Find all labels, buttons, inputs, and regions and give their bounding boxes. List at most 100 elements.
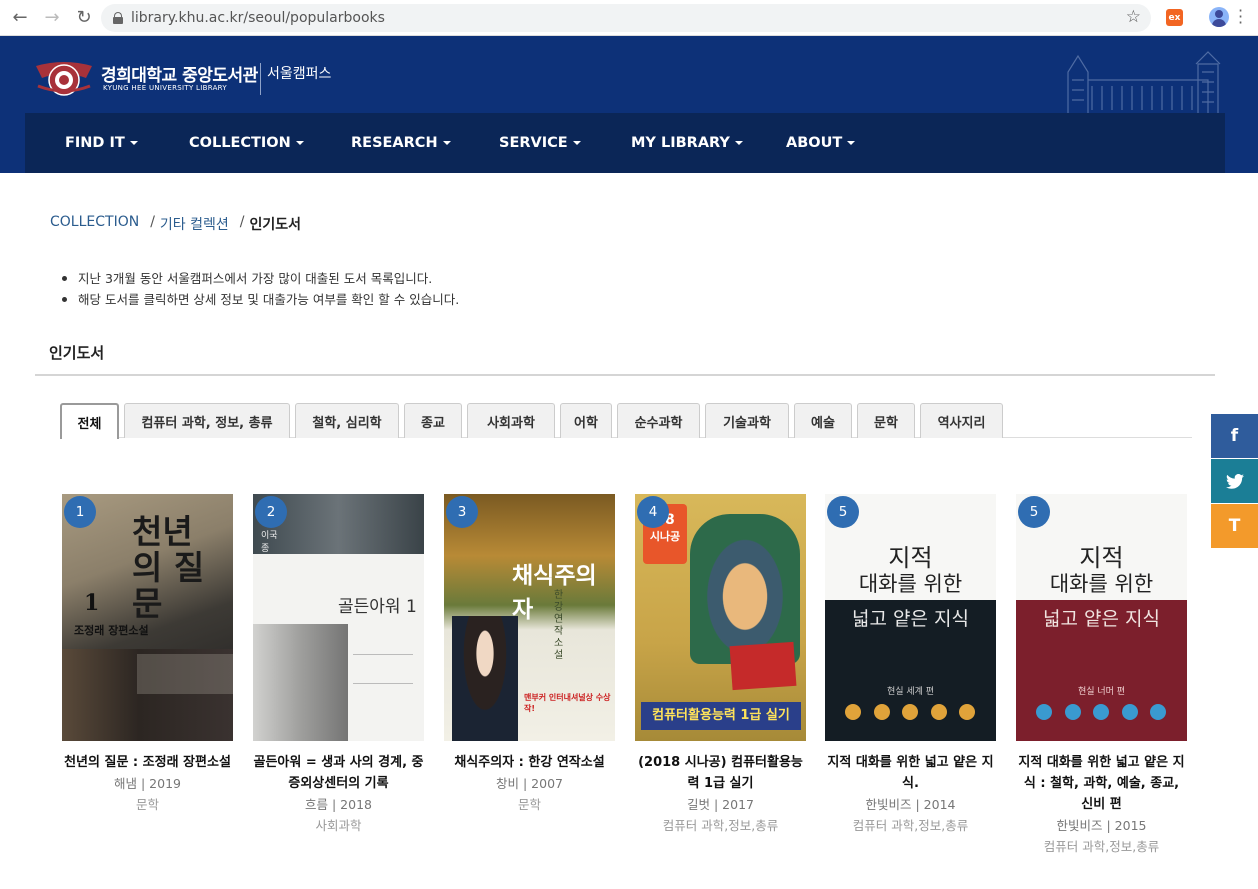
- book-publisher-year: 해냄 | 2019: [114, 776, 181, 791]
- book-title[interactable]: 채식주의자 : 한강 연작소설: [444, 752, 615, 773]
- section-divider: [35, 374, 1215, 376]
- breadcrumb-current: 인기도서: [249, 217, 302, 233]
- breadcrumb-separator: /: [239, 214, 245, 230]
- nav-about[interactable]: ABOUT: [786, 113, 856, 173]
- book-card[interactable]: 3 채식주의자 한강 연작소설 맨부커 인터내셔널상 수상작! 채식주의자 : …: [444, 494, 615, 815]
- book-cover[interactable]: 3 채식주의자 한강 연작소설 맨부커 인터내셔널상 수상작!: [444, 494, 615, 741]
- book-category: 컴퓨터 과학,정보,총류: [852, 818, 969, 833]
- bookmark-star-icon[interactable]: ☆: [1126, 7, 1141, 27]
- rank-badge: 3: [446, 496, 478, 528]
- book-category: 컴퓨터 과학,정보,총류: [662, 818, 779, 833]
- book-card[interactable]: 4 18 시나공 컴퓨터활용능력 1급 실기 (2018 시나공) 컴퓨터활용능…: [635, 494, 806, 836]
- nav-find-it[interactable]: FIND IT: [65, 113, 138, 173]
- breadcrumb-other-collection[interactable]: 기타 컬렉션: [160, 214, 229, 234]
- tab-language[interactable]: 어학: [560, 403, 612, 438]
- cover-author: 조정래 장편소설: [74, 624, 149, 637]
- main-navigation: FIND IT COLLECTION RESEARCH SERVICE MY L…: [25, 113, 1225, 173]
- back-icon[interactable]: ←: [8, 6, 32, 30]
- breadcrumb-collection[interactable]: COLLECTION: [50, 214, 139, 234]
- cover-award-band: 맨부커 인터내셔널상 수상작!: [524, 693, 611, 713]
- cover-tag: 현실 세계 편: [886, 687, 935, 697]
- rank-badge: 2: [255, 496, 287, 528]
- cover-line-2: 대화를 위한: [1049, 572, 1154, 596]
- category-tabs: 전체 컴퓨터 과학, 정보, 총류 철학, 심리학 종교 사회과학 어학 순수과…: [60, 403, 1192, 439]
- note-item: 지난 3개월 동안 서울캠퍼스에서 가장 많이 대출된 도서 목록입니다.: [62, 268, 459, 289]
- book-title[interactable]: 지적 대화를 위한 넓고 얕은 지식.: [825, 752, 996, 794]
- tab-history-geography[interactable]: 역사지리: [920, 403, 1003, 438]
- reload-icon[interactable]: ↻: [72, 6, 96, 30]
- cover-title: 골든아워 1: [338, 597, 417, 617]
- nav-research[interactable]: RESEARCH: [351, 113, 451, 173]
- cover-photo: [253, 624, 348, 741]
- book-card[interactable]: 5 지적 대화를 위한 넓고 얕은 지식 현실 세계 편 지적 대화를 위한 넓…: [825, 494, 996, 836]
- cover-quote: [353, 654, 413, 684]
- tab-social-science[interactable]: 사회과학: [467, 403, 555, 438]
- book-cover[interactable]: 2 이국종 골든아워 1: [253, 494, 424, 741]
- other-share-icon[interactable]: T: [1211, 504, 1258, 548]
- tab-literature[interactable]: 문학: [857, 403, 915, 438]
- university-emblem-icon[interactable]: [34, 56, 94, 100]
- info-notes: 지난 3개월 동안 서울캠퍼스에서 가장 많이 대출된 도서 목록입니다. 해당…: [62, 268, 459, 310]
- tab-natural-science[interactable]: 순수과학: [617, 403, 700, 438]
- browser-toolbar: ← → ↻ library.khu.ac.kr/seoul/popularboo…: [0, 0, 1258, 36]
- book-cover[interactable]: 5 지적 대화를 위한 넓고 얕은 지식 현실 너머 편: [1016, 494, 1187, 741]
- lock-icon: [113, 12, 123, 24]
- book-publisher-year: 한빛비즈 | 2015: [1056, 818, 1147, 833]
- book-publisher-year: 흐름 | 2018: [305, 797, 372, 812]
- rank-badge: 5: [827, 496, 859, 528]
- cover-red-tag: [729, 641, 797, 691]
- extension-icon[interactable]: ex: [1166, 9, 1183, 26]
- caret-down-icon: [572, 141, 581, 145]
- book-category: 문학: [517, 797, 541, 812]
- forward-icon[interactable]: →: [40, 6, 64, 30]
- cover-author: 한강 연작소설: [554, 590, 564, 661]
- cover-number: 1: [84, 590, 100, 616]
- caret-down-icon: [129, 141, 138, 145]
- book-card[interactable]: 2 이국종 골든아워 1 골든아워 = 생과 사의 경계, 중증외상센터의 기록…: [253, 494, 424, 836]
- book-cover[interactable]: 5 지적 대화를 위한 넓고 얕은 지식 현실 세계 편: [825, 494, 996, 741]
- profile-avatar-icon[interactable]: [1209, 7, 1229, 27]
- logo-divider: [260, 63, 261, 95]
- book-publisher-year: 한빛비즈 | 2014: [865, 797, 956, 812]
- breadcrumb-separator: /: [150, 214, 155, 230]
- rank-badge: 5: [1018, 496, 1050, 528]
- book-title[interactable]: 골든아워 = 생과 사의 경계, 중증외상센터의 기록: [253, 752, 424, 794]
- site-header: 경희대학교 중앙도서관 KYUNG HEE UNIVERSITY LIBRARY…: [0, 36, 1258, 173]
- library-title[interactable]: 경희대학교 중앙도서관: [101, 61, 258, 86]
- nav-service[interactable]: SERVICE: [499, 113, 581, 173]
- book-card[interactable]: 5 지적 대화를 위한 넓고 얕은 지식 현실 너머 편 지적 대화를 위한 넓…: [1016, 494, 1187, 857]
- nav-my-library[interactable]: MY LIBRARY: [631, 113, 743, 173]
- nav-collection[interactable]: COLLECTION: [189, 113, 304, 173]
- caret-down-icon: [295, 141, 304, 145]
- book-cover[interactable]: 4 18 시나공 컴퓨터활용능력 1급 실기: [635, 494, 806, 741]
- tab-all[interactable]: 전체: [60, 403, 119, 439]
- tab-philosophy[interactable]: 철학, 심리학: [295, 403, 399, 438]
- tab-religion[interactable]: 종교: [404, 403, 462, 438]
- tab-technology[interactable]: 기술과학: [705, 403, 789, 438]
- tab-computer-science[interactable]: 컴퓨터 과학, 정보, 총류: [124, 403, 290, 438]
- book-category: 사회과학: [315, 818, 362, 833]
- cover-line-3: 넓고 얕은 지식: [1043, 608, 1160, 630]
- cover-tag: 현실 너머 편: [1077, 687, 1126, 697]
- book-title[interactable]: (2018 시나공) 컴퓨터활용능력 1급 실기: [635, 752, 806, 794]
- facebook-share-icon[interactable]: f: [1211, 414, 1258, 458]
- cover-title: 천년의 질문: [132, 512, 205, 623]
- twitter-bird-icon: [1225, 473, 1244, 489]
- caret-down-icon: [734, 141, 743, 145]
- cover-dots: [845, 704, 975, 720]
- address-bar[interactable]: library.khu.ac.kr/seoul/popularbooks ☆: [101, 4, 1151, 32]
- book-card[interactable]: 1 천년의 질문 1 조정래 장편소설 천년의 질문 : 조정래 장편소설 해냄…: [62, 494, 233, 815]
- twitter-share-icon[interactable]: [1211, 459, 1258, 503]
- library-building-icon: [1067, 51, 1221, 114]
- note-item: 해당 도서를 클릭하면 상세 정보 및 대출가능 여부를 확인 할 수 있습니다…: [62, 289, 459, 310]
- book-title[interactable]: 천년의 질문 : 조정래 장편소설: [62, 752, 233, 773]
- book-category: 문학: [135, 797, 159, 812]
- browser-menu-icon[interactable]: · · ·: [1238, 3, 1243, 31]
- tab-art[interactable]: 예술: [794, 403, 852, 438]
- rank-badge: 1: [64, 496, 96, 528]
- book-cover[interactable]: 1 천년의 질문 1 조정래 장편소설: [62, 494, 233, 741]
- book-title[interactable]: 지적 대화를 위한 넓고 얕은 지식 : 철학, 과학, 예술, 종교, 신비 …: [1016, 752, 1187, 815]
- cover-line-3: 넓고 얕은 지식: [852, 608, 969, 630]
- breadcrumb: COLLECTION / 기타 컬렉션 / 인기도서: [50, 214, 301, 234]
- cover-title: 컴퓨터활용능력 1급 실기: [641, 702, 801, 730]
